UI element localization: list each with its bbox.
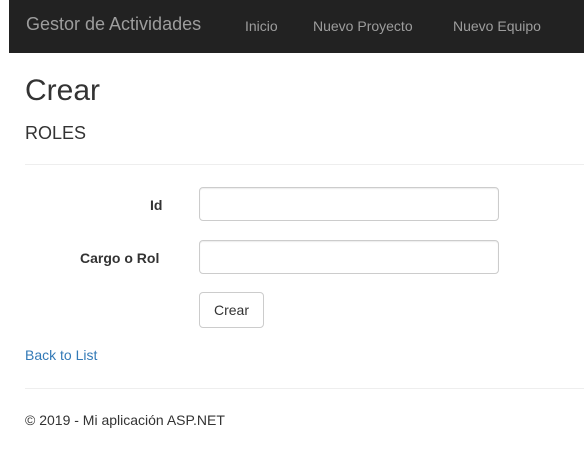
page-title: Crear bbox=[25, 74, 101, 107]
footer-text: © 2019 - Mi aplicación ASP.NET bbox=[25, 412, 225, 428]
cargo-rol-label: Cargo o Rol bbox=[80, 250, 160, 266]
divider bbox=[25, 164, 584, 165]
nav-link-nuevo-equipo[interactable]: Nuevo Equipo bbox=[453, 18, 541, 34]
crear-button[interactable]: Crear bbox=[199, 292, 264, 328]
id-input[interactable] bbox=[199, 187, 499, 221]
navbar: Gestor de Actividades Inicio Nuevo Proye… bbox=[9, 0, 584, 53]
divider bbox=[25, 388, 584, 389]
back-to-list-link[interactable]: Back to List bbox=[25, 347, 97, 363]
nav-link-inicio[interactable]: Inicio bbox=[245, 18, 278, 34]
section-title: ROLES bbox=[25, 123, 87, 143]
cargo-rol-input[interactable] bbox=[199, 240, 499, 274]
id-label: Id bbox=[150, 197, 163, 213]
nav-link-nuevo-proyecto[interactable]: Nuevo Proyecto bbox=[313, 18, 413, 34]
brand-link[interactable]: Gestor de Actividades bbox=[26, 14, 201, 35]
